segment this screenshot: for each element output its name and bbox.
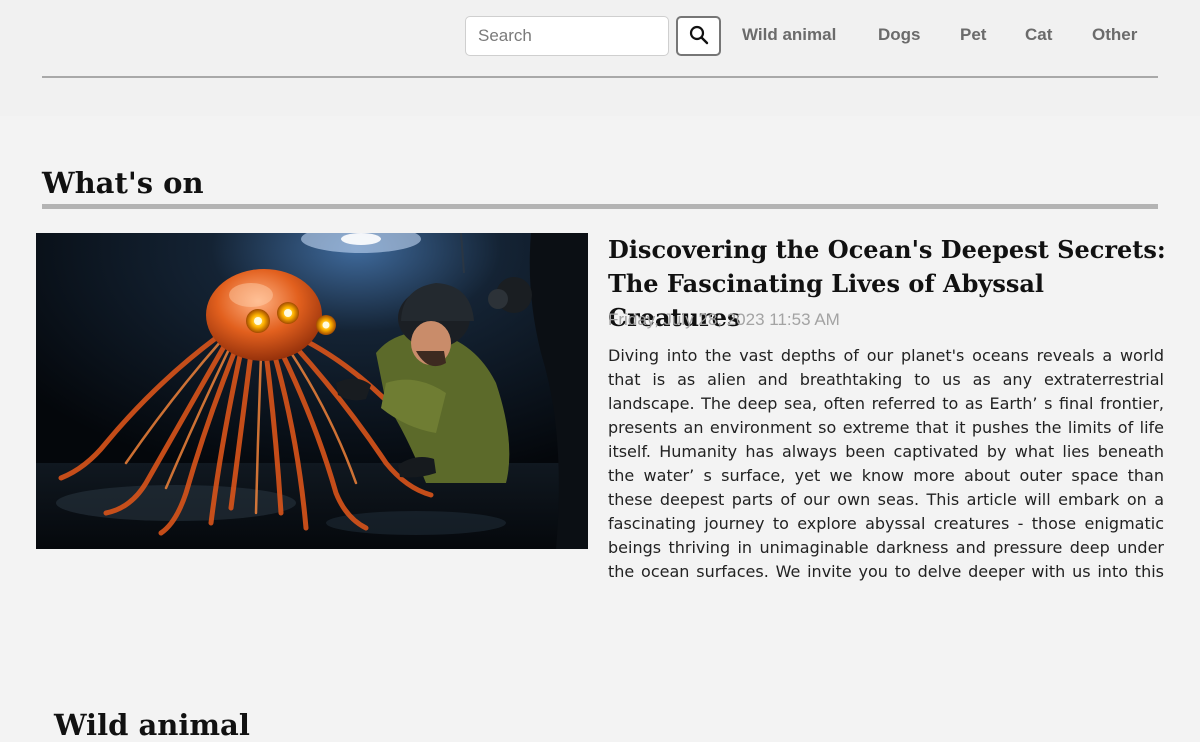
nav-link-pet[interactable]: Pet [960,25,986,45]
section-divider [42,204,1158,209]
section-title-whats-on: What's on [42,166,204,200]
header-divider [42,76,1158,78]
nav-link-other[interactable]: Other [1092,25,1137,45]
nav-link-dogs[interactable]: Dogs [878,25,921,45]
article-image[interactable] [36,233,588,549]
nav-link-cat[interactable]: Cat [1025,25,1052,45]
article-date: Friday, July 28, 2023 11:53 AM [608,310,840,329]
article-excerpt: Diving into the vast depths of our plane… [608,346,1164,581]
nav-link-wild-animal[interactable]: Wild animal [742,25,836,45]
search-input[interactable] [465,16,669,56]
search-icon [689,25,709,48]
search-button[interactable] [676,16,721,56]
section-title-wild-animal: Wild animal [54,708,250,742]
